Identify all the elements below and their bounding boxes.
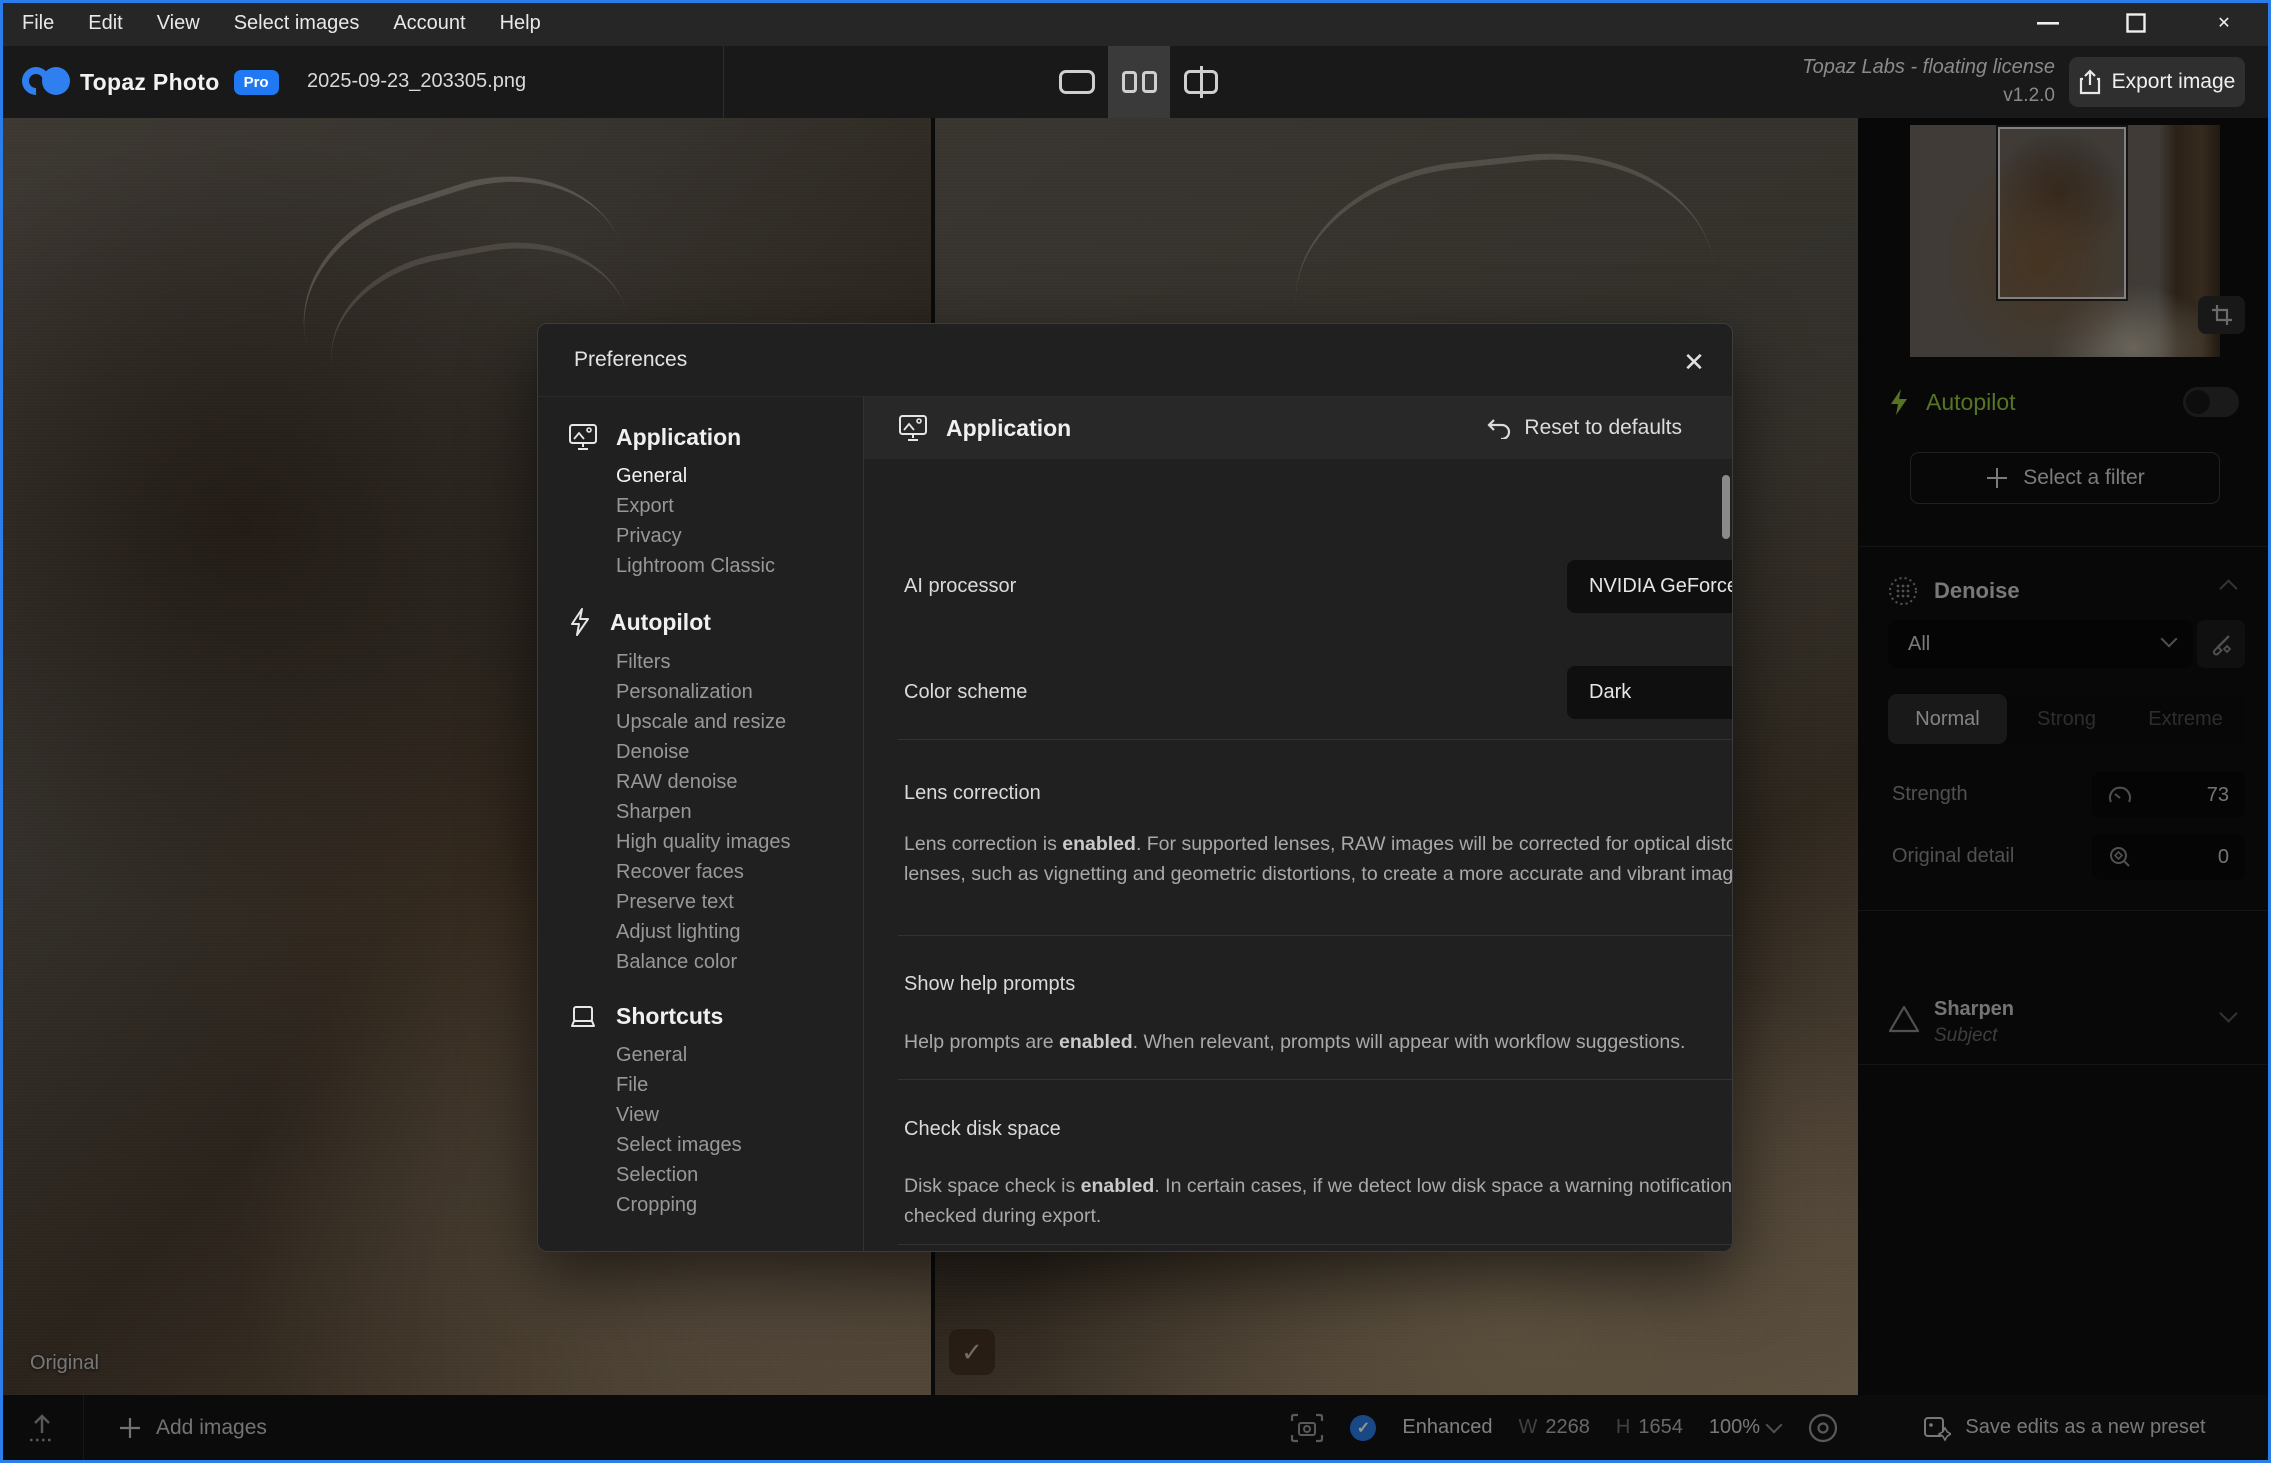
color-scheme-dropdown[interactable]: Dark bbox=[1567, 666, 1733, 719]
nav-section-application: Application General Export Privacy Light… bbox=[538, 423, 863, 581]
ai-processor-dropdown[interactable]: NVIDIA GeForce RTX 2080 bbox=[1567, 560, 1733, 613]
show-help-prompts-label: Show help prompts bbox=[904, 973, 1075, 996]
shortcuts-laptop-icon bbox=[568, 1004, 598, 1030]
view-mode-switch bbox=[1046, 46, 1232, 118]
menu-bar: File Edit View Select images Account Hel… bbox=[0, 0, 2271, 46]
nav-item-adjust-lighting[interactable]: Adjust lighting bbox=[538, 917, 863, 947]
menu-file[interactable]: File bbox=[22, 12, 54, 35]
lens-correction-description: Lens correction is enabled. For supporte… bbox=[904, 829, 1733, 889]
side-by-side-view-icon bbox=[1122, 71, 1157, 93]
nav-item-shortcuts-selection[interactable]: Selection bbox=[538, 1160, 863, 1190]
nav-item-recover-faces[interactable]: Recover faces bbox=[538, 857, 863, 887]
nav-item-general[interactable]: General bbox=[538, 461, 863, 491]
side-by-side-view-button[interactable] bbox=[1108, 46, 1170, 118]
reset-to-defaults-button[interactable]: Reset to defaults bbox=[1486, 397, 1682, 459]
license-info: Topaz Labs - floating license v1.2.0 bbox=[1802, 56, 2055, 107]
nav-item-high-quality-images[interactable]: High quality images bbox=[538, 827, 863, 857]
preferences-nav: Application General Export Privacy Light… bbox=[538, 396, 864, 1252]
lightning-icon bbox=[568, 607, 592, 637]
color-scheme-label: Color scheme bbox=[904, 681, 1027, 704]
dialog-title: Preferences bbox=[574, 348, 687, 372]
nav-section-shortcuts: Shortcuts General File View Select image… bbox=[538, 1003, 863, 1220]
content-section-header: Application Reset to defaults bbox=[864, 397, 1733, 459]
nav-item-denoise[interactable]: Denoise bbox=[538, 737, 863, 767]
nav-item-personalization[interactable]: Personalization bbox=[538, 677, 863, 707]
application-icon bbox=[568, 423, 598, 451]
export-icon bbox=[2079, 69, 2101, 95]
nav-item-shortcuts-file[interactable]: File bbox=[538, 1070, 863, 1100]
top-bar: Topaz Photo Pro 2025-09-23_203305.png To… bbox=[0, 46, 2271, 118]
nav-item-raw-denoise[interactable]: RAW denoise bbox=[538, 767, 863, 797]
app-name: Topaz Photo bbox=[80, 69, 220, 96]
nav-item-shortcuts-view[interactable]: View bbox=[538, 1100, 863, 1130]
app-window: File Edit View Select images Account Hel… bbox=[0, 0, 2271, 1463]
pro-badge: Pro bbox=[234, 70, 279, 95]
application-icon bbox=[898, 414, 928, 442]
nav-item-shortcuts-cropping[interactable]: Cropping bbox=[538, 1190, 863, 1220]
nav-item-upscale-and-resize[interactable]: Upscale and resize bbox=[538, 707, 863, 737]
single-view-icon bbox=[1059, 70, 1095, 94]
help-prompts-description: Help prompts are enabled. When relevant,… bbox=[904, 1027, 1733, 1057]
dialog-header: Preferences ✕ bbox=[538, 324, 1733, 396]
menu-view[interactable]: View bbox=[157, 12, 200, 35]
nav-item-preserve-text[interactable]: Preserve text bbox=[538, 887, 863, 917]
dialog-scrollbar[interactable] bbox=[1722, 475, 1730, 539]
single-view-button[interactable] bbox=[1046, 46, 1108, 118]
content-section-title: Application bbox=[946, 415, 1071, 442]
nav-item-lightroom-classic[interactable]: Lightroom Classic bbox=[538, 551, 863, 581]
nav-item-shortcuts-select-images[interactable]: Select images bbox=[538, 1130, 863, 1160]
topaz-logo-icon bbox=[22, 65, 68, 99]
menu-edit[interactable]: Edit bbox=[88, 12, 122, 35]
menu-select-images[interactable]: Select images bbox=[234, 12, 360, 35]
open-filename: 2025-09-23_203305.png bbox=[307, 70, 526, 93]
check-disk-space-label: Check disk space bbox=[904, 1118, 1061, 1141]
preferences-dialog: Preferences ✕ Application General Export bbox=[537, 323, 1733, 1252]
nav-item-filters[interactable]: Filters bbox=[538, 647, 863, 677]
menu-account[interactable]: Account bbox=[393, 12, 465, 35]
disk-space-description: Disk space check is enabled. In certain … bbox=[904, 1171, 1733, 1231]
split-view-button[interactable] bbox=[1170, 46, 1232, 118]
undo-icon bbox=[1486, 417, 1512, 439]
menu-help[interactable]: Help bbox=[500, 12, 541, 35]
ai-processor-label: AI processor bbox=[904, 575, 1016, 598]
nav-section-autopilot: Autopilot Filters Personalization Upscal… bbox=[538, 607, 863, 977]
nav-item-export[interactable]: Export bbox=[538, 491, 863, 521]
nav-item-shortcuts-general[interactable]: General bbox=[538, 1040, 863, 1070]
export-image-button[interactable]: Export image bbox=[2069, 57, 2245, 107]
nav-item-sharpen[interactable]: Sharpen bbox=[538, 797, 863, 827]
maximize-button[interactable] bbox=[2107, 2, 2165, 44]
preferences-content: Application Reset to defaults AI process… bbox=[864, 396, 1733, 1252]
close-dialog-button[interactable]: ✕ bbox=[1674, 342, 1714, 382]
nav-item-balance-color[interactable]: Balance color bbox=[538, 947, 863, 977]
close-window-button[interactable]: ✕ bbox=[2195, 2, 2253, 44]
split-view-icon bbox=[1184, 70, 1218, 94]
window-controls: ✕ bbox=[2019, 0, 2253, 46]
minimize-button[interactable] bbox=[2019, 2, 2077, 44]
lens-correction-label: Lens correction bbox=[904, 782, 1041, 805]
nav-item-privacy[interactable]: Privacy bbox=[538, 521, 863, 551]
